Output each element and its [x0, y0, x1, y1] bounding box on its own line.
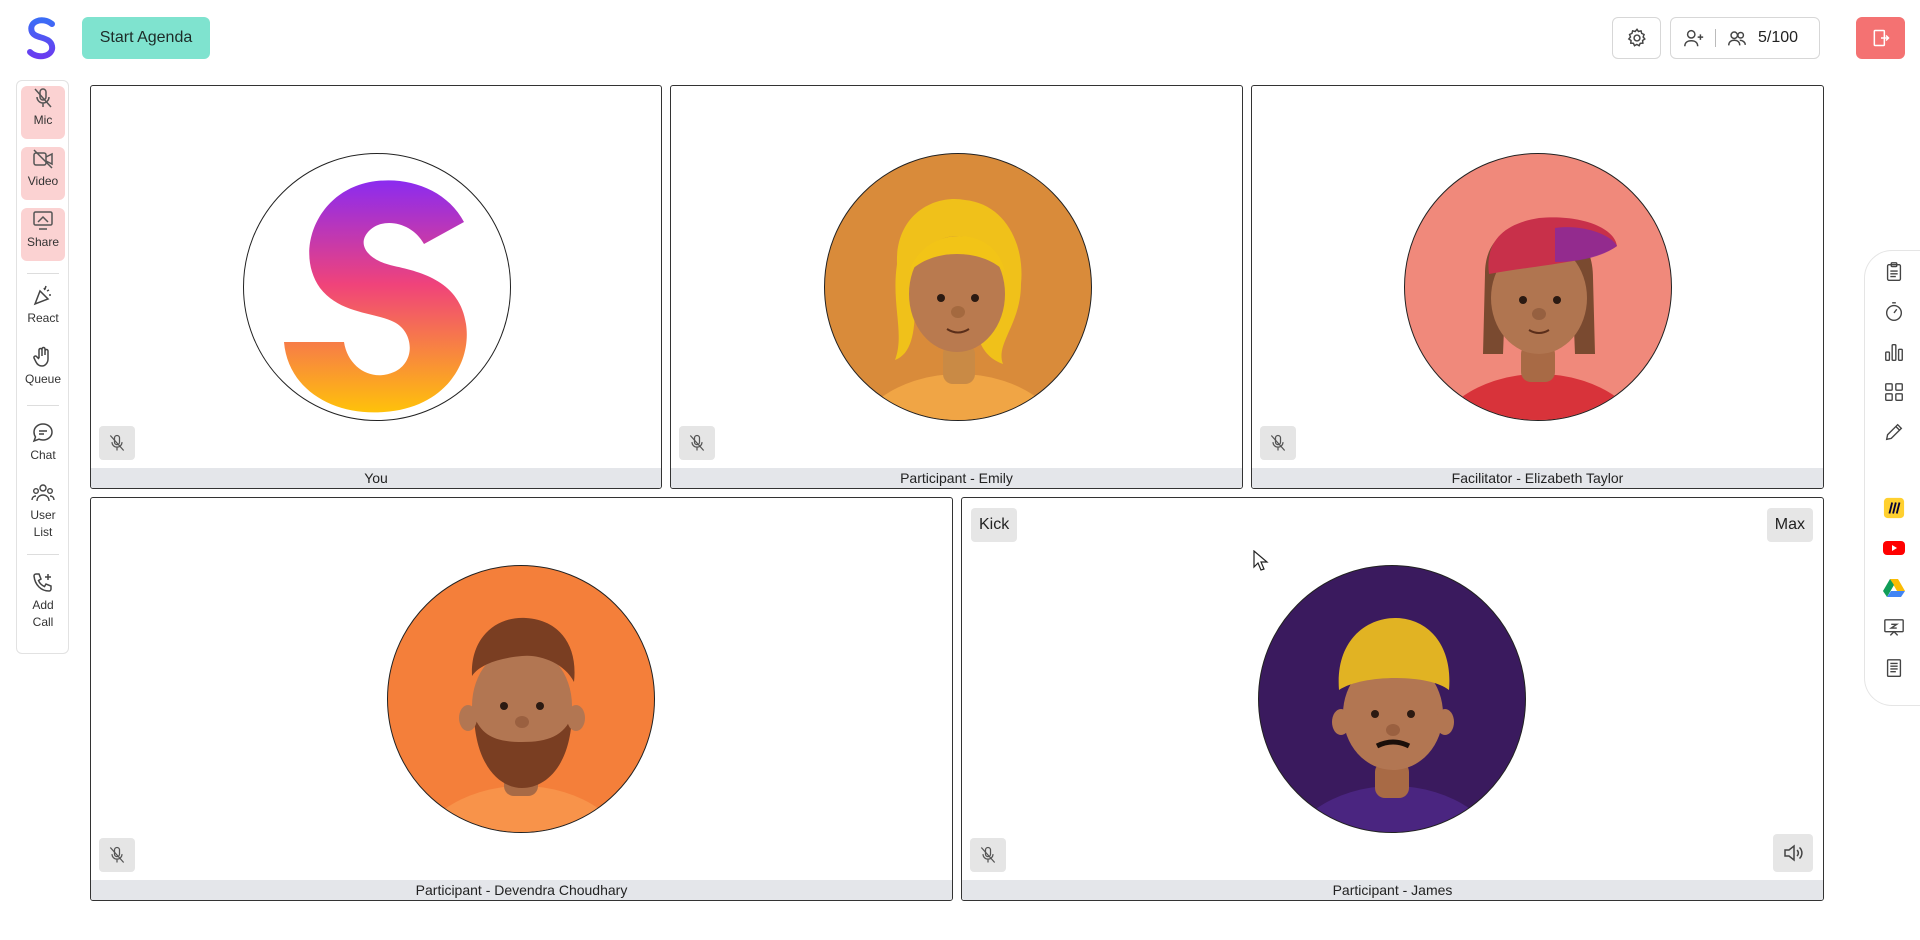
- video-off-icon: [33, 149, 53, 169]
- users-icon: [1728, 31, 1746, 46]
- phone-plus-icon: [33, 573, 52, 592]
- divider: [27, 405, 59, 406]
- video-tile-elizabeth[interactable]: Facilitator - Elizabeth Taylor: [1251, 85, 1824, 489]
- mic-off-icon: [34, 88, 52, 108]
- top-bar: Start Agenda 5/100: [0, 0, 1920, 78]
- emily-avatar: [824, 153, 1092, 421]
- react-button[interactable]: React: [21, 284, 65, 334]
- divider: [27, 273, 59, 274]
- leave-call-button[interactable]: [1856, 17, 1905, 59]
- tool-label: User List: [30, 508, 56, 539]
- clipboard-icon: [1886, 262, 1902, 281]
- video-tile-james[interactable]: Kick Max Participant - James: [961, 497, 1824, 901]
- left-toolbar: Mic Video Share React Queue Chat User Li…: [16, 80, 69, 654]
- video-tile-emily[interactable]: Participant - Emily: [670, 85, 1243, 489]
- video-tile-you[interactable]: You: [90, 85, 662, 489]
- annotate-tool[interactable]: [1881, 419, 1907, 445]
- add-call-button[interactable]: Add Call: [21, 571, 65, 637]
- mic-off-icon: [109, 846, 125, 863]
- tool-label: React: [27, 311, 59, 325]
- divider: [27, 554, 59, 555]
- gear-icon: [1627, 28, 1646, 47]
- participant-name: Facilitator - Elizabeth Taylor: [1252, 468, 1823, 488]
- miro-icon: [1883, 497, 1905, 519]
- app-logo[interactable]: [22, 16, 62, 60]
- exit-icon: [1873, 29, 1890, 47]
- tool-label: Chat: [30, 448, 56, 462]
- notes-tool[interactable]: [1881, 655, 1907, 681]
- google-drive-tool[interactable]: [1881, 575, 1907, 601]
- start-agenda-button[interactable]: Start Agenda: [82, 17, 210, 59]
- party-popper-icon: [33, 285, 51, 306]
- miro-tool[interactable]: [1881, 495, 1907, 521]
- video-toggle-button[interactable]: Video: [21, 147, 65, 200]
- mic-muted-indicator: [99, 838, 135, 872]
- devendra-avatar: [387, 565, 655, 833]
- google-drive-icon: [1883, 579, 1905, 597]
- mic-muted-indicator: [970, 838, 1006, 872]
- whiteboard-tool[interactable]: [1881, 615, 1907, 641]
- users-icon: [31, 484, 55, 502]
- mic-off-icon: [980, 846, 996, 863]
- right-toolbar: [1864, 250, 1920, 706]
- apps-tool[interactable]: [1881, 379, 1907, 405]
- participant-count: 5/100: [1758, 29, 1799, 46]
- speaker-icon: [1784, 844, 1803, 862]
- mic-muted-indicator: [679, 426, 715, 460]
- youtube-tool[interactable]: [1881, 535, 1907, 561]
- video-tile-devendra[interactable]: Participant - Devendra Choudhary: [90, 497, 953, 901]
- timer-tool[interactable]: [1881, 299, 1907, 325]
- kick-button[interactable]: Kick: [971, 508, 1018, 542]
- user-list-button[interactable]: User List: [21, 481, 65, 547]
- settings-button[interactable]: [1612, 17, 1661, 59]
- mic-off-icon: [689, 434, 705, 451]
- participant-name: Participant - Devendra Choudhary: [91, 880, 952, 900]
- whiteboard-icon: [1884, 619, 1904, 636]
- tool-label: Add Call: [32, 598, 54, 629]
- chat-bubble-icon: [32, 423, 53, 443]
- mic-muted-indicator: [99, 426, 135, 460]
- logo-avatar: [243, 153, 511, 421]
- elizabeth-avatar: [1404, 153, 1672, 421]
- mic-off-icon: [109, 434, 125, 451]
- chat-button[interactable]: Chat: [21, 421, 65, 471]
- participants-button[interactable]: 5/100: [1670, 17, 1820, 59]
- raised-hand-icon: [33, 346, 49, 367]
- participant-name: Participant - Emily: [671, 468, 1242, 488]
- screen-share-icon: [33, 211, 53, 230]
- tool-label: Queue: [24, 372, 62, 386]
- divider: [1715, 29, 1716, 47]
- queue-button[interactable]: Queue: [21, 345, 65, 395]
- grid-icon: [1885, 383, 1903, 401]
- timer-icon: [1885, 302, 1903, 321]
- volume-button[interactable]: [1773, 834, 1813, 872]
- participant-name: Participant - James: [962, 880, 1823, 900]
- mic-muted-indicator: [1260, 426, 1296, 460]
- mic-toggle-button[interactable]: Mic: [21, 86, 65, 139]
- tool-label: Share: [26, 235, 60, 249]
- mouse-cursor: [1253, 550, 1269, 571]
- mic-off-icon: [1270, 434, 1286, 451]
- poll-tool[interactable]: [1881, 339, 1907, 365]
- tool-label: Video: [27, 174, 59, 188]
- bar-chart-icon: [1885, 343, 1903, 361]
- participant-name: You: [91, 468, 661, 488]
- tool-label: Mic: [33, 113, 53, 127]
- add-user-icon[interactable]: [1683, 27, 1705, 49]
- document-icon: [1886, 659, 1902, 677]
- james-avatar: [1258, 565, 1526, 833]
- share-screen-button[interactable]: Share: [21, 208, 65, 261]
- agenda-tool[interactable]: [1881, 259, 1907, 285]
- pencil-icon: [1885, 423, 1903, 441]
- maximize-button[interactable]: Max: [1766, 508, 1813, 542]
- youtube-icon: [1883, 541, 1905, 555]
